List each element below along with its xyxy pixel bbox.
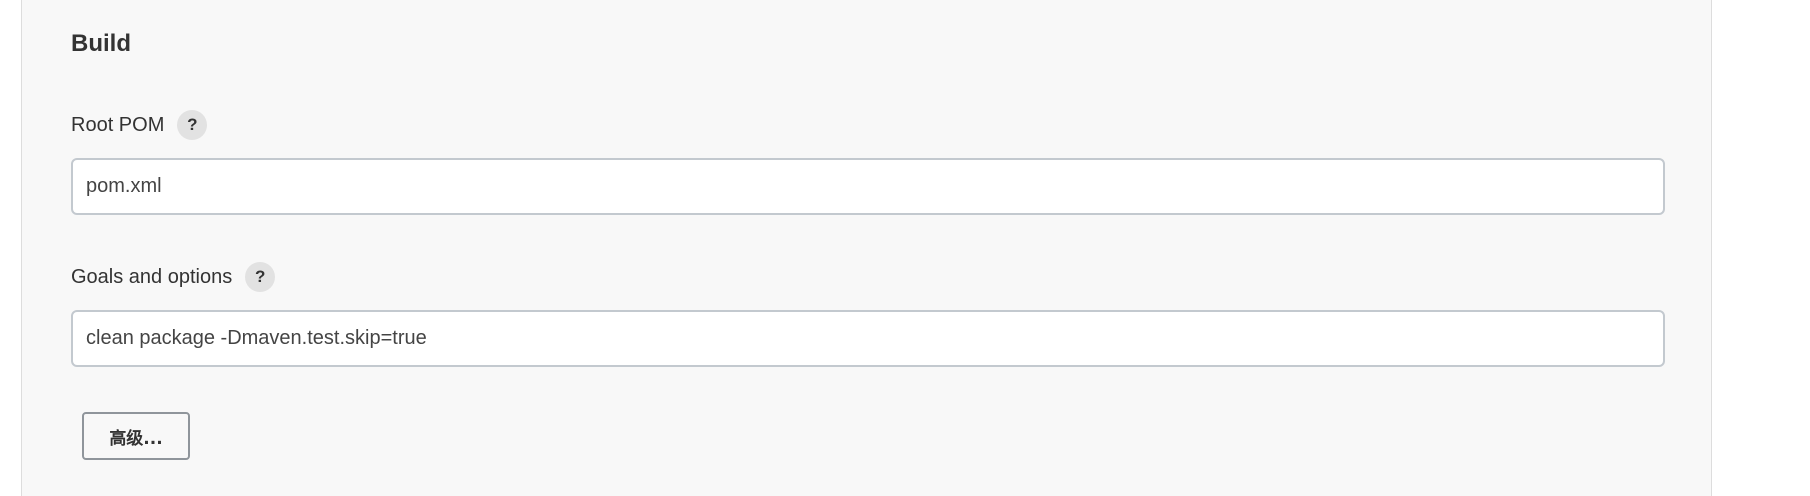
advanced-button[interactable]: 高级... [82,412,190,460]
root-pom-help-icon[interactable]: ? [177,110,208,140]
goals-label-row: Goals and options ? [71,262,276,292]
root-pom-label: Root POM [71,114,165,136]
root-pom-input[interactable] [71,158,1665,215]
goals-label: Goals and options [71,266,233,288]
goals-help-icon[interactable]: ? [245,262,276,292]
section-title: Build [71,30,131,57]
goals-input[interactable] [71,310,1665,367]
build-section-panel: Build Root POM ? Goals and options ? 高级.… [21,0,1712,496]
root-pom-label-row: Root POM ? [71,110,208,140]
